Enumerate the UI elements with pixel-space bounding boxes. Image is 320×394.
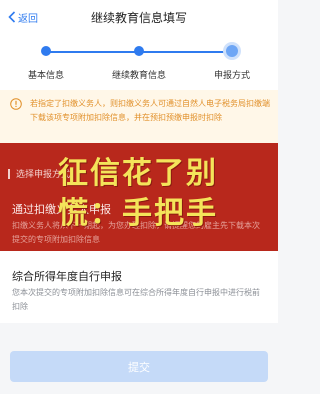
promo-watermark-text: 征信花了别慌：手把手: [58, 156, 218, 231]
step-label-method: 申报方式: [213, 71, 251, 81]
option-self-declare[interactable]: 综合所得年度自行申报 您本次提交的专项附加扣除信息可在综合所得年度自行申报中进行…: [0, 251, 278, 323]
submit-button[interactable]: 提交: [10, 351, 268, 382]
warning-icon: [10, 98, 22, 110]
step-dot-basic: [41, 46, 51, 56]
notice-banner: 若指定了扣缴义务人，则扣缴义务人可通过自然人电子税务局扣缴端下载该项专项附加扣除…: [0, 90, 278, 143]
step-label-education: 继续教育信息: [111, 71, 167, 81]
step-label-basic: 基本信息: [27, 71, 65, 81]
progress-steps: 基本信息 继续教育信息 申报方式: [0, 33, 278, 90]
step-dot-education: [134, 46, 144, 56]
step-connector: [46, 51, 136, 53]
option-self-desc: 您本次提交的专项附加扣除信息可在综合所得年度自行申报中进行税前扣除: [12, 288, 260, 311]
option-self-title: 综合所得年度自行申报: [12, 270, 122, 283]
step-connector: [141, 51, 229, 53]
page-title: 继续教育信息填写: [90, 11, 187, 25]
notice-text: 若指定了扣缴义务人，则扣缴义务人可通过自然人电子税务局扣缴端下载该项专项附加扣除…: [30, 99, 270, 122]
section-bar: [8, 168, 10, 179]
page: 返回 继续教育信息填写 基本信息 继续教育信息 申报方式 若指定了扣缴义务人，则…: [0, 0, 278, 394]
step-dot-method: [226, 45, 238, 57]
header: 返回 继续教育信息填写: [0, 0, 278, 33]
